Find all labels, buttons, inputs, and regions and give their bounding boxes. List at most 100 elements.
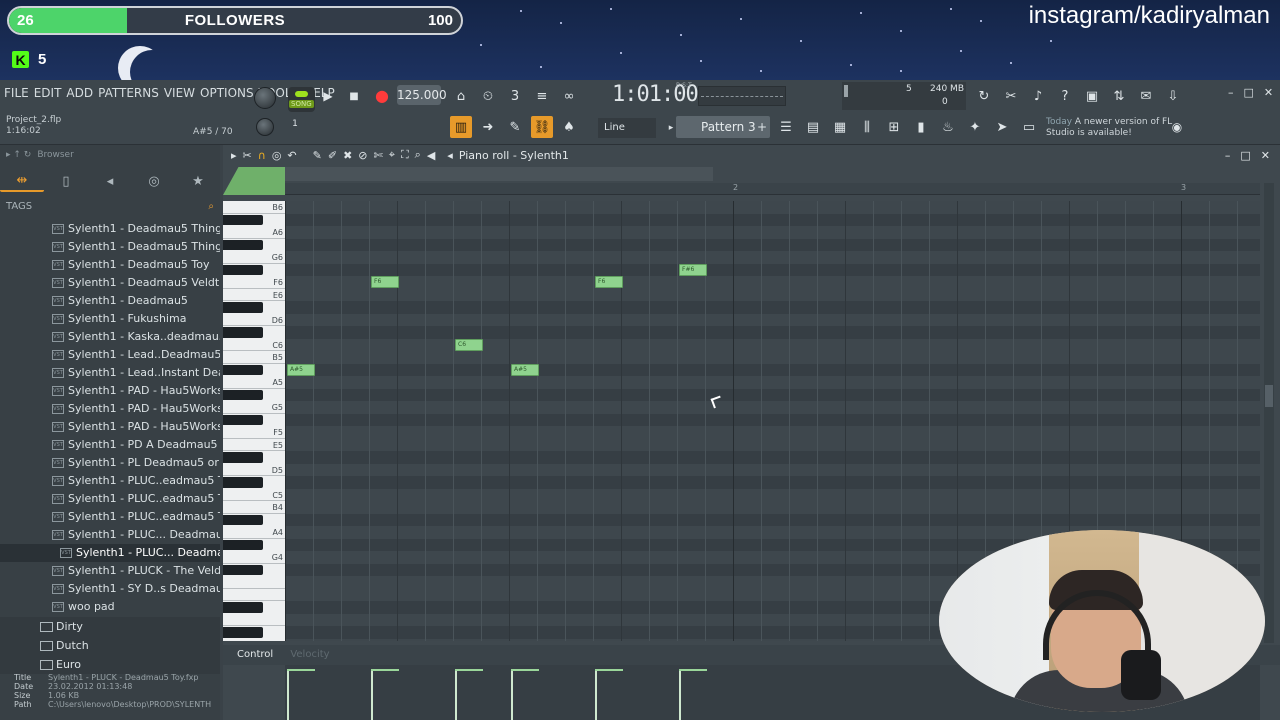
- folder-item[interactable]: Euro: [0, 655, 220, 674]
- folder-item[interactable]: Dutch: [0, 636, 220, 655]
- tools-icon[interactable]: ✦: [964, 116, 986, 138]
- browser-item[interactable]: VST Sylenth1 - Lead..Deadmau5 revised: [0, 346, 220, 364]
- snap-selector[interactable]: Line: [598, 118, 656, 138]
- mute-tool-icon[interactable]: ⊘: [358, 149, 367, 162]
- velocity-bar[interactable]: [595, 670, 597, 720]
- black-key[interactable]: [223, 389, 263, 400]
- metronome-icon[interactable]: ⌂: [450, 85, 472, 107]
- white-key[interactable]: [223, 576, 285, 589]
- zoom-tool-icon[interactable]: ⌕: [415, 148, 421, 162]
- current-project-tab-icon[interactable]: ▯: [44, 170, 88, 192]
- velocity-bar[interactable]: [455, 670, 457, 720]
- vertical-scrollbar[interactable]: [1264, 183, 1274, 643]
- menu-view[interactable]: VIEW: [164, 86, 195, 100]
- pattern-add-icon[interactable]: +: [751, 116, 773, 138]
- black-key[interactable]: [223, 602, 263, 613]
- black-key[interactable]: [223, 514, 263, 525]
- browser-tree-icon[interactable]: ⊞: [883, 116, 905, 138]
- loop-record-icon[interactable]: ∞: [558, 85, 580, 107]
- playlist-icon[interactable]: ☰: [775, 116, 797, 138]
- record-button[interactable]: ●: [371, 84, 393, 106]
- pattern-overview[interactable]: [285, 167, 713, 181]
- note[interactable]: F#6: [679, 263, 707, 276]
- menu-add[interactable]: ADD: [66, 86, 93, 100]
- plugin-database-tab-icon[interactable]: ◂: [88, 170, 132, 192]
- tempo-display[interactable]: 125.000: [397, 85, 447, 105]
- menu-options[interactable]: OPTIONS: [200, 86, 254, 100]
- download-icon[interactable]: ⇩: [1162, 85, 1184, 107]
- arrow-pick-icon[interactable]: ➤: [991, 116, 1013, 138]
- stamp-icon[interactable]: ♠: [558, 116, 580, 138]
- black-key[interactable]: [223, 452, 263, 463]
- browser-item[interactable]: VST Sylenth1 - Lead..Instant Deadmau5: [0, 364, 220, 382]
- globe-icon[interactable]: ◉: [1166, 116, 1188, 138]
- black-key[interactable]: [223, 477, 263, 488]
- menu-patterns[interactable]: PATTERNS: [98, 86, 159, 100]
- arrow-right-icon[interactable]: ➜: [477, 116, 499, 138]
- maximize-icon[interactable]: □: [1244, 86, 1254, 99]
- browser-item[interactable]: VST Sylenth1 - Deadmau5 Veldt: [0, 274, 220, 292]
- note[interactable]: A#5: [511, 363, 539, 376]
- browser-item[interactable]: VST Sylenth1 - PAD - Hau5Works 3: [0, 418, 220, 436]
- chat-icon[interactable]: ✉: [1135, 85, 1157, 107]
- white-key[interactable]: [223, 614, 285, 626]
- pitch-toggle-icon[interactable]: 1: [288, 117, 302, 131]
- select-tool-icon[interactable]: ⌖: [389, 148, 395, 162]
- piano-roll-view-icon[interactable]: ▥: [450, 116, 472, 138]
- step-edit-icon[interactable]: ≡: [531, 85, 553, 107]
- stop-button[interactable]: ■: [343, 85, 365, 107]
- velocity-bar[interactable]: [679, 670, 681, 720]
- browser-item[interactable]: VST Sylenth1 - Deadmau5 Thing: [0, 238, 220, 256]
- piano-roll-icon[interactable]: ▤: [802, 116, 824, 138]
- pr-maximize-icon[interactable]: □: [1240, 149, 1250, 162]
- browser-item[interactable]: VST Sylenth1 - PLUC..eadmau5 Thing 2: [0, 490, 220, 508]
- black-key[interactable]: [223, 627, 263, 638]
- all-files-tab-icon[interactable]: ⇹: [0, 170, 44, 192]
- plugin-icon[interactable]: ♨: [937, 116, 959, 138]
- browser-item[interactable]: VST Sylenth1 - Deadmau5 Thing 4: [0, 220, 220, 238]
- black-key[interactable]: [223, 414, 263, 425]
- close-icon[interactable]: ✕: [1264, 86, 1273, 99]
- render-icon[interactable]: ⇅: [1108, 85, 1130, 107]
- control-target[interactable]: Velocity: [290, 649, 329, 660]
- white-key[interactable]: [223, 639, 285, 642]
- search-icon[interactable]: ⌕: [208, 201, 214, 212]
- velocity-bar[interactable]: [287, 670, 289, 720]
- slice-tool-icon[interactable]: ✄: [374, 149, 383, 162]
- countdown-icon[interactable]: 3: [504, 85, 526, 107]
- wait-for-input-icon[interactable]: ⏲: [477, 85, 499, 107]
- paint-tool-icon[interactable]: ✐: [328, 149, 337, 162]
- browser-item[interactable]: VST Sylenth1 - PD A Deadmau5 Chance: [0, 436, 220, 454]
- options-arrow-icon[interactable]: ▸: [231, 149, 237, 162]
- master-pitch-knob[interactable]: [256, 118, 274, 136]
- zoom-select-icon[interactable]: ⛶: [401, 148, 409, 162]
- scroll-thumb[interactable]: [1265, 385, 1273, 407]
- black-key[interactable]: [223, 302, 263, 313]
- draw-tool-icon[interactable]: ✎: [313, 149, 322, 162]
- browser-item[interactable]: VST Sylenth1 - PLUCK - The Veldt: [0, 562, 220, 580]
- browser-item[interactable]: VST woo pad: [0, 598, 220, 616]
- browser-nav-icon[interactable]: ▸ ↑ ↻: [6, 150, 31, 160]
- play-button[interactable]: ▶: [317, 85, 339, 107]
- browser-item[interactable]: VST Sylenth1 - SY D..s Deadmau5 Lead: [0, 580, 220, 598]
- white-key[interactable]: [223, 589, 285, 601]
- browser-item[interactable]: VST Sylenth1 - PLUC... Deadmau5 Toy 2: [0, 526, 220, 544]
- control-label[interactable]: Control: [237, 649, 273, 660]
- save-icon[interactable]: ▣: [1081, 85, 1103, 107]
- black-key[interactable]: [223, 239, 263, 250]
- browser-item[interactable]: VST Sylenth1 - PL Deadmau5 or Inpetto: [0, 454, 220, 472]
- note[interactable]: C6: [455, 338, 483, 351]
- microphone-icon[interactable]: ♪: [1027, 85, 1049, 107]
- browser-item[interactable]: VST Sylenth1 - Fukushima: [0, 310, 220, 328]
- browser-item[interactable]: VST Sylenth1 - Deadmau5: [0, 292, 220, 310]
- piano-keyboard[interactable]: B6 A6 G6 F6 E6 D6 C6 B5 A5 G5 F5 E5 D5 C5 B4 A4 G4: [223, 201, 285, 641]
- browser-item[interactable]: VST Sylenth1 - Kaska..deadmau5 - Mov: [0, 328, 220, 346]
- pr-close-icon[interactable]: ✕: [1261, 149, 1270, 162]
- menu-file[interactable]: FILE: [4, 86, 29, 100]
- browser-item[interactable]: VST Sylenth1 - Deadmau5 Toy: [0, 256, 220, 274]
- undo-icon[interactable]: ↶: [287, 149, 296, 162]
- timeline-ruler[interactable]: 2 3: [285, 183, 1260, 195]
- note[interactable]: A#5: [287, 363, 315, 376]
- browser-item[interactable]: VST Sylenth1 - PAD - Hau5Works 1: [0, 382, 220, 400]
- browser-item[interactable]: VST Sylenth1 - PLUC..eadmau5 Thing 1: [0, 472, 220, 490]
